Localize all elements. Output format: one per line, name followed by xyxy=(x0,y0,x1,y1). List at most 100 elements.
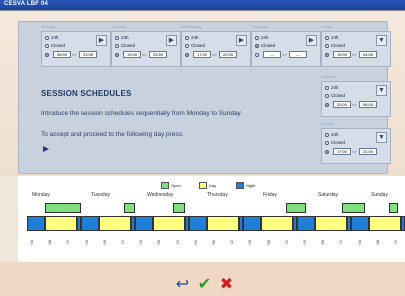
option-24h[interactable]: 24h xyxy=(45,34,59,41)
radio-icon[interactable] xyxy=(325,132,329,137)
radio-icon[interactable] xyxy=(255,52,259,57)
cancel-button[interactable]: ✖ xyxy=(217,275,236,294)
radio-icon[interactable] xyxy=(325,85,329,90)
time-from-field[interactable]: 19:00 xyxy=(333,51,351,58)
next-arrow-button[interactable]: ▶ xyxy=(166,35,177,46)
chart-day-label: Sunday xyxy=(371,192,388,198)
radio-icon[interactable] xyxy=(325,43,329,48)
radio-icon[interactable] xyxy=(115,52,119,57)
next-arrow-button[interactable]: ▶ xyxy=(236,35,247,46)
radio-label: 24h xyxy=(331,85,339,90)
day-panel-label: Saturday xyxy=(321,74,338,79)
time-to-field[interactable]: 21:00 xyxy=(359,148,377,155)
day-panel-body: 24h Closed 17:00 <> 22:00 ▶ xyxy=(181,31,251,67)
session-intro-text: Introduce the session schedules sequenti… xyxy=(41,110,241,117)
time-to-field[interactable]: 04:00 xyxy=(359,51,377,58)
hour-tick-label: 22 xyxy=(120,240,125,245)
confirm-button[interactable]: ✔ xyxy=(195,275,214,294)
back-button[interactable]: ↩ xyxy=(173,275,192,294)
dropdown-arrow-button[interactable]: ▼ xyxy=(376,132,387,143)
time-to-field[interactable]: 23:59 xyxy=(149,51,167,58)
legend-swatch xyxy=(236,182,244,189)
session-title: SESSION SCHEDULES xyxy=(41,89,132,98)
night-bar xyxy=(400,216,405,231)
option-closed[interactable]: Closed xyxy=(325,139,345,146)
option-closed[interactable]: Closed xyxy=(255,42,275,49)
option-time-range[interactable] xyxy=(185,51,191,58)
radio-icon[interactable] xyxy=(325,93,329,98)
option-closed[interactable]: Closed xyxy=(115,42,135,49)
radio-label: 24h xyxy=(191,35,199,40)
hour-tick-label: 00 xyxy=(83,240,89,245)
time-from-field[interactable]: 17:00 xyxy=(193,51,211,58)
time-separator: <> xyxy=(352,102,357,107)
radio-icon[interactable] xyxy=(185,35,189,40)
check-icon: ✔ xyxy=(197,276,212,293)
radio-icon[interactable] xyxy=(115,43,119,48)
night-bar xyxy=(189,216,207,231)
radio-icon[interactable] xyxy=(325,52,329,57)
time-from-field[interactable]: --- xyxy=(263,51,281,58)
option-24h[interactable]: 24h xyxy=(325,84,339,91)
radio-icon[interactable] xyxy=(325,140,329,145)
option-24h[interactable]: 24h xyxy=(255,34,269,41)
option-24h[interactable]: 24h xyxy=(185,34,199,41)
hour-tick-label: 08 xyxy=(47,240,53,245)
radio-icon[interactable] xyxy=(255,35,259,40)
next-arrow-button[interactable]: ▶ xyxy=(96,35,107,46)
time-from-field[interactable]: 19:00 xyxy=(123,51,141,58)
legend-swatch xyxy=(199,182,207,189)
open-bar xyxy=(123,203,135,213)
day-panel-monday: Monday 24h Closed 08:00 <> 23:59 ▶ xyxy=(41,24,111,70)
play-icon xyxy=(43,146,49,152)
day-panel-body: 24h Closed 08:00 <> 23:59 ▶ xyxy=(41,31,111,67)
day-panel-body: 24h Closed --- <> --- ▶ xyxy=(251,31,321,67)
radio-icon[interactable] xyxy=(255,43,259,48)
option-time-range[interactable] xyxy=(255,51,261,58)
day-panel-body: 24h Closed 17:00 <> 21:00 ▼ xyxy=(321,128,391,164)
option-closed[interactable]: Closed xyxy=(325,92,345,99)
option-24h[interactable]: 24h xyxy=(325,34,339,41)
time-from-field[interactable]: 08:00 xyxy=(53,51,71,58)
chart-day-label: Wednesday xyxy=(147,192,174,198)
hour-tick-label: 00 xyxy=(302,240,307,245)
time-from-field[interactable]: 17:00 xyxy=(333,148,351,155)
time-to-field[interactable]: 23:59 xyxy=(79,51,97,58)
radio-label: 24h xyxy=(331,35,339,40)
hour-tick-label: 22 xyxy=(229,240,235,245)
day-panel-thursday: Thursday 24h Closed --- <> --- ▶ xyxy=(251,24,321,70)
day-bar xyxy=(45,216,77,231)
radio-icon[interactable] xyxy=(45,52,49,57)
radio-icon[interactable] xyxy=(115,35,119,40)
radio-icon[interactable] xyxy=(325,35,329,40)
option-closed[interactable]: Closed xyxy=(325,42,345,49)
time-to-field[interactable]: 22:00 xyxy=(219,51,237,58)
radio-icon[interactable] xyxy=(325,102,329,107)
day-panel-body: 24h Closed 19:00 <> 23:59 ▶ xyxy=(111,31,181,67)
dropdown-arrow-button[interactable]: ▼ xyxy=(376,35,387,46)
dropdown-arrow-button[interactable]: ▼ xyxy=(376,85,387,96)
option-time-range[interactable] xyxy=(325,51,331,58)
next-arrow-button[interactable]: ▶ xyxy=(306,35,317,46)
option-time-range[interactable] xyxy=(115,51,121,58)
option-closed[interactable]: Closed xyxy=(185,42,205,49)
option-24h[interactable]: 24h xyxy=(115,34,129,41)
time-to-field[interactable]: 06:00 xyxy=(359,101,377,108)
radio-label: Closed xyxy=(121,43,136,48)
day-panel-body: 24h Closed 20:00 <> 06:00 ▼ xyxy=(321,81,391,117)
radio-label: Closed xyxy=(331,140,346,145)
option-closed[interactable]: Closed xyxy=(45,42,65,49)
option-time-range[interactable] xyxy=(45,51,51,58)
option-time-range[interactable] xyxy=(325,148,331,155)
radio-icon[interactable] xyxy=(185,43,189,48)
option-24h[interactable]: 24h xyxy=(325,131,339,138)
radio-icon[interactable] xyxy=(45,35,49,40)
time-to-field[interactable]: --- xyxy=(289,51,307,58)
radio-icon[interactable] xyxy=(45,43,49,48)
option-time-range[interactable] xyxy=(325,101,331,108)
legend-item-night: Night xyxy=(236,182,255,189)
night-bar xyxy=(81,216,99,231)
radio-icon[interactable] xyxy=(185,52,189,57)
time-from-field[interactable]: 20:00 xyxy=(333,101,351,108)
radio-icon[interactable] xyxy=(325,149,329,154)
